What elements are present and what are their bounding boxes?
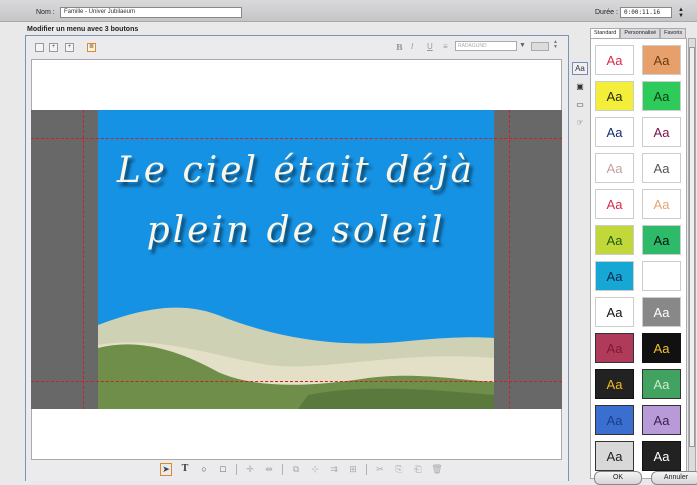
scrollbar[interactable] — [688, 38, 696, 479]
divider — [366, 463, 367, 475]
safe-area-guide-top — [31, 138, 562, 139]
style-swatch[interactable]: Aa — [595, 189, 634, 219]
name-label: Nom : — [36, 9, 55, 16]
style-swatch[interactable]: Aa — [642, 81, 681, 111]
button-style-icon[interactable]: ☞ — [572, 116, 588, 129]
safe-area-guide-bottom — [31, 381, 562, 382]
style-swatch[interactable]: Aa — [642, 45, 681, 75]
cut-icon[interactable]: ✂ — [374, 464, 386, 475]
frame-icon[interactable]: ▭ — [572, 98, 588, 111]
duration-label: Durée : — [595, 9, 618, 16]
divider — [282, 463, 283, 475]
font-size-spinner[interactable]: ▲ ▼ — [553, 40, 558, 50]
name-bar: Nom : Famille - Univer Jubilaeum Durée :… — [0, 0, 697, 22]
font-select[interactable]: RADAGUND — [455, 41, 517, 51]
add-button-icon[interactable]: + — [65, 43, 74, 52]
tab-standard[interactable]: Standard — [590, 28, 621, 38]
group-icon[interactable]: ⊹ — [309, 464, 321, 475]
style-tabs: Standard Personnalisé Favoris — [590, 28, 687, 38]
style-swatch[interactable]: Aa — [595, 333, 634, 363]
style-swatch[interactable]: Aa — [642, 333, 681, 363]
layer-icon[interactable]: ⧉ — [290, 464, 302, 475]
style-swatch[interactable]: Aa — [595, 225, 634, 255]
style-panel: Standard Personnalisé Favoris Aa Aa Aa Aa Aa… — [590, 28, 697, 481]
style-swatch[interactable]: Aa — [642, 369, 681, 399]
style-swatch[interactable]: Aa — [595, 261, 634, 291]
cancel-button[interactable]: Annuler — [651, 471, 697, 485]
style-swatch[interactable]: Aa — [595, 153, 634, 183]
style-swatch[interactable]: Aa — [595, 441, 634, 471]
style-swatch[interactable]: Aa — [642, 117, 681, 147]
name-input[interactable]: Famille - Univer Jubilaeum — [60, 7, 242, 18]
align-center-icon[interactable]: ⇹ — [263, 464, 275, 475]
bold-button[interactable]: B — [396, 42, 403, 52]
paste-icon[interactable]: ⎗ — [412, 464, 424, 475]
style-swatch[interactable]: Aa — [642, 405, 681, 435]
style-swatch[interactable]: Aa — [642, 261, 681, 291]
bottom-toolbar: ➤ T ○ □ ✛ ⇹ ⧉ ⊹ ⇉ ⊞ ✂ ⎘ ⎗ 🗑 — [160, 462, 443, 476]
style-swatch[interactable]: Aa — [595, 45, 634, 75]
tab-custom[interactable]: Personnalisé — [620, 28, 661, 38]
style-swatch[interactable]: Aa — [595, 369, 634, 399]
font-size-input[interactable] — [531, 42, 549, 51]
add-icon[interactable]: + — [49, 43, 58, 52]
pointer-icon[interactable]: ➤ — [160, 462, 172, 476]
grid-icon[interactable]: ⊞ — [347, 464, 359, 475]
text-tool-icon[interactable]: T — [179, 464, 191, 474]
copy-icon[interactable]: ⎘ — [393, 464, 405, 475]
duration-input[interactable]: 0:00:11.16 — [620, 7, 672, 18]
toggle-button[interactable] — [35, 43, 44, 52]
image-icon[interactable]: ▣ — [572, 80, 588, 93]
style-swatch[interactable]: Aa — [595, 81, 634, 111]
align-button[interactable]: ≡ — [443, 42, 448, 51]
duration-spinner[interactable]: ▲ ▼ — [675, 6, 687, 20]
spin-down-icon[interactable]: ▼ — [678, 13, 684, 19]
divider — [236, 463, 237, 475]
scroll-thumb[interactable] — [689, 47, 695, 447]
list-view-icon[interactable]: ≣ — [87, 43, 96, 52]
menu-text-line-1[interactable]: Le ciel était déjà — [98, 150, 494, 191]
style-swatch[interactable]: Aa — [642, 441, 681, 471]
style-swatch[interactable]: Aa — [642, 153, 681, 183]
editor-title: Modifier un menu avec 3 boutons — [27, 26, 139, 33]
italic-button[interactable]: I — [411, 42, 413, 51]
ellipse-tool-icon[interactable]: ○ — [198, 464, 210, 474]
style-swatch[interactable]: Aa — [595, 297, 634, 327]
side-toolbar: Aa ▣ ▭ ☞ — [572, 62, 590, 134]
background-image[interactable]: Le ciel était déjà plein de soleil — [98, 110, 494, 409]
move-icon[interactable]: ✛ — [244, 464, 256, 475]
style-swatch[interactable]: Aa — [595, 405, 634, 435]
text-style-icon[interactable]: Aa — [572, 62, 588, 75]
style-swatch[interactable]: Aa — [642, 189, 681, 219]
style-swatch[interactable]: Aa — [642, 297, 681, 327]
style-swatch[interactable]: Aa — [595, 117, 634, 147]
underline-button[interactable]: U — [427, 42, 433, 51]
safe-area-guide-left — [83, 110, 84, 409]
rectangle-tool-icon[interactable]: □ — [217, 464, 229, 474]
ok-button[interactable]: OK — [594, 471, 642, 485]
distribute-icon[interactable]: ⇉ — [328, 464, 340, 475]
safe-area-guide-right — [509, 110, 510, 409]
tab-favorites[interactable]: Favoris — [660, 28, 687, 38]
chevron-down-icon[interactable]: ▼ — [519, 42, 526, 49]
trash-icon[interactable]: 🗑 — [431, 464, 443, 475]
style-grid: Aa Aa Aa Aa Aa Aa Aa Aa Aa Aa Aa Aa Aa Aa Aa Aa Aa Aa Aa Aa… — [590, 38, 687, 479]
style-swatch[interactable]: Aa — [642, 225, 681, 255]
menu-text-line-2[interactable]: plein de soleil — [98, 210, 494, 251]
